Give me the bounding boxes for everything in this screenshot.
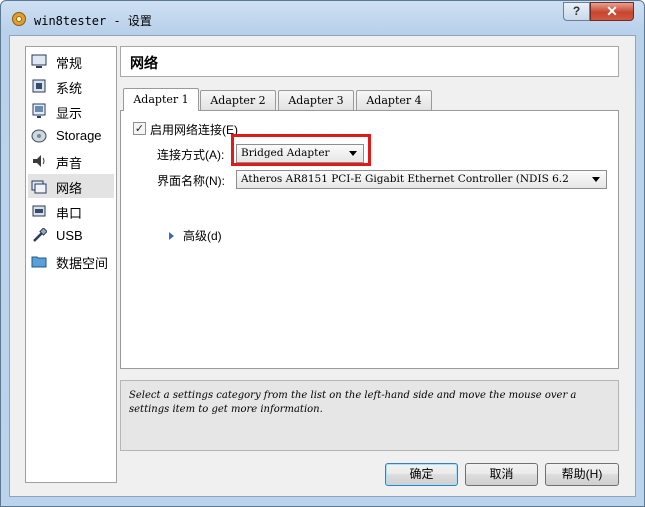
- sidebar-item-network[interactable]: 网络: [28, 174, 114, 198]
- dialog-client-area: 常规 系统 显示 Storage 声音 网络 串口 USB 数据空间 网络 Ad…: [9, 35, 636, 497]
- settings-window: win8tester - 设置 ? ✕ 常规 系统 显示 Storage 声音 …: [0, 0, 645, 507]
- sidebar-item-label: Storage: [56, 128, 102, 143]
- help-title-button[interactable]: ?: [563, 2, 590, 21]
- tab-adapter-3[interactable]: Adapter 3: [278, 90, 354, 110]
- sidebar-item-label: 串口: [56, 206, 83, 221]
- page-header: 网络: [120, 46, 619, 77]
- usb-icon: [33, 228, 47, 242]
- sidebar-item-storage[interactable]: Storage: [28, 124, 114, 148]
- sidebar-item-serial-ports[interactable]: 串口: [28, 199, 114, 223]
- folder-icon: [31, 256, 47, 268]
- adapter-name-label: 界面名称(N):: [157, 174, 225, 188]
- monitor-icon: [31, 54, 47, 68]
- sidebar-item-label: 常规: [56, 56, 83, 71]
- attached-to-label: 连接方式(A):: [157, 148, 225, 162]
- adapter-name-value: Atheros AR8151 PCI-E Gigabit Ethernet Co…: [241, 173, 569, 185]
- tab-adapter-4[interactable]: Adapter 4: [356, 90, 432, 110]
- advanced-toggle[interactable]: 高级(d): [183, 227, 222, 244]
- close-button[interactable]: ✕: [590, 2, 634, 21]
- disk-icon: [31, 129, 47, 143]
- enable-network-checkbox[interactable]: ✓: [133, 122, 146, 135]
- tab-adapter-1[interactable]: Adapter 1: [123, 88, 199, 111]
- ok-button[interactable]: 确定: [385, 463, 458, 486]
- sidebar-item-label: USB: [56, 228, 83, 243]
- sidebar-item-label: 显示: [56, 106, 83, 121]
- expand-arrow-icon[interactable]: [169, 232, 174, 240]
- highlight-annotation: [231, 134, 371, 166]
- sidebar-item-label: 系统: [56, 81, 83, 96]
- sidebar-item-shared-folders[interactable]: 数据空间: [28, 249, 114, 273]
- speaker-icon: [33, 155, 45, 167]
- network-icon: [31, 180, 47, 194]
- settings-category-list[interactable]: 常规 系统 显示 Storage 声音 网络 串口 USB 数据空间: [25, 46, 117, 483]
- help-button[interactable]: 帮助(H): [545, 463, 619, 486]
- sidebar-item-label: 声音: [56, 156, 83, 171]
- title-bar[interactable]: win8tester - 设置 ? ✕: [1, 1, 644, 35]
- sidebar-item-label: 网络: [56, 181, 83, 196]
- gear-icon: [12, 12, 26, 26]
- tab-adapter-2[interactable]: Adapter 2: [200, 90, 276, 110]
- sidebar-item-label: 数据空间: [56, 256, 109, 271]
- info-panel: Select a settings category from the list…: [120, 380, 619, 451]
- serial-port-icon: [32, 205, 46, 217]
- sidebar-item-general[interactable]: 常规: [28, 49, 114, 73]
- sidebar-item-usb[interactable]: USB: [28, 224, 114, 248]
- chevron-down-icon: [592, 177, 600, 182]
- adapter-name-select[interactable]: Atheros AR8151 PCI-E Gigabit Ethernet Co…: [236, 170, 607, 189]
- info-text: Select a settings category from the list…: [129, 390, 577, 415]
- chip-icon: [32, 79, 46, 93]
- page-title: 网络: [130, 55, 158, 71]
- display-icon: [32, 103, 46, 118]
- sidebar-item-audio[interactable]: 声音: [28, 149, 114, 173]
- cancel-button[interactable]: 取消: [465, 463, 538, 486]
- sidebar-item-system[interactable]: 系统: [28, 74, 114, 98]
- window-title: win8tester - 设置: [34, 14, 152, 28]
- enable-network-label: 启用网络连接(E): [150, 123, 238, 137]
- sidebar-item-display[interactable]: 显示: [28, 99, 114, 123]
